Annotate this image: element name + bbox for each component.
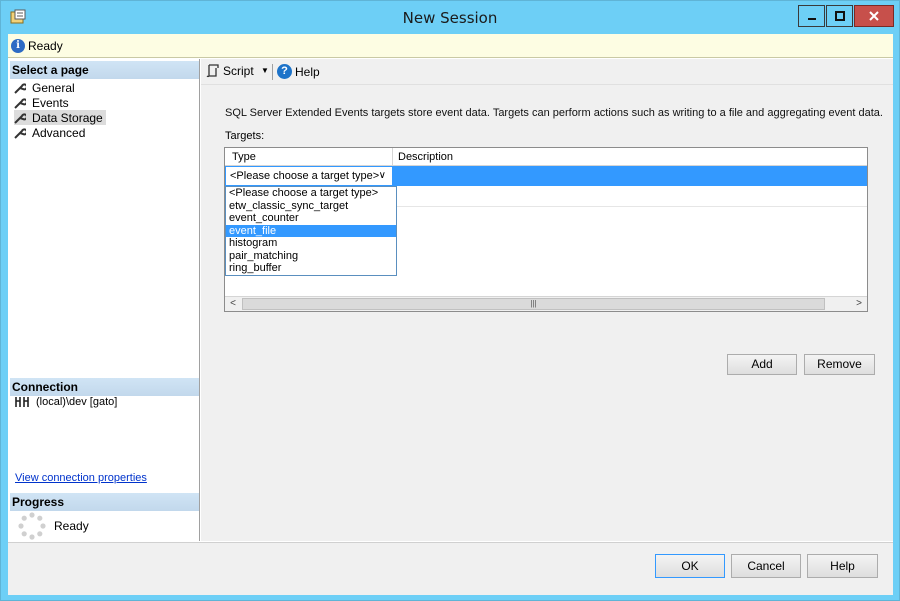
status-bar: i Ready: [8, 34, 893, 58]
minimize-button[interactable]: [798, 5, 825, 27]
scrollbar-thumb[interactable]: |||: [242, 298, 825, 310]
page-general[interactable]: General: [14, 80, 78, 95]
page-label: General: [32, 80, 75, 95]
targets-label: Targets:: [225, 130, 265, 142]
dropdown-option[interactable]: pair_matching: [226, 250, 396, 263]
script-dropdown-icon[interactable]: ▼: [261, 66, 269, 75]
dropdown-option-selected[interactable]: event_file: [226, 224, 396, 237]
remove-button[interactable]: Remove: [804, 354, 875, 375]
ok-button[interactable]: OK: [655, 554, 725, 578]
connection-value: (local)\dev [gato]: [36, 396, 118, 408]
page-label: Advanced: [32, 125, 86, 140]
close-button[interactable]: [854, 5, 894, 27]
chevron-down-icon[interactable]: ∨: [379, 170, 386, 181]
dropdown-option[interactable]: histogram: [226, 237, 396, 250]
data-storage-page: Script ▼ ? Help SQL Server Extended Even…: [201, 59, 893, 541]
column-divider[interactable]: [392, 148, 393, 166]
wrench-icon: [14, 127, 26, 139]
page-data-storage[interactable]: Data Storage: [14, 110, 106, 125]
select-page-header: Select a page: [10, 61, 199, 79]
connection-info: (local)\dev [gato]: [14, 396, 117, 408]
progress-spinner-icon: [18, 512, 46, 540]
dropdown-option[interactable]: etw_classic_sync_target: [226, 200, 396, 213]
script-label: Script: [223, 64, 254, 78]
dialog-client: i Ready Select a page General Events Dat…: [8, 34, 893, 595]
scroll-right-icon[interactable]: >: [851, 297, 867, 311]
help-toolbar-button[interactable]: ? Help: [277, 64, 320, 79]
wrench-icon: [14, 97, 26, 109]
page-events[interactable]: Events: [14, 95, 72, 110]
connection-header: Connection: [10, 378, 199, 396]
target-type-dropdown: <Please choose a target type> etw_classi…: [225, 186, 397, 276]
info-icon: i: [11, 39, 25, 53]
server-connection-icon: [15, 397, 29, 407]
new-session-window: New Session i Ready Select a page Genera…: [0, 0, 900, 601]
help-button[interactable]: Help: [807, 554, 878, 578]
help-toolbar-label: Help: [295, 64, 320, 79]
grid-header: Type Description: [225, 148, 867, 166]
progress-header: Progress: [10, 493, 199, 511]
title-bar[interactable]: New Session: [1, 1, 899, 33]
dropdown-option[interactable]: <Please choose a target type>: [226, 187, 396, 200]
dropdown-option[interactable]: ring_buffer: [226, 262, 396, 275]
left-pane: Select a page General Events Data Storag…: [8, 59, 200, 541]
add-button[interactable]: Add: [727, 354, 797, 375]
dialog-footer: OK Cancel Help: [8, 542, 893, 595]
minimize-icon: [807, 18, 816, 20]
status-text: Ready: [28, 39, 63, 53]
view-connection-properties-link[interactable]: View connection properties: [15, 472, 147, 484]
combo-value: <Please choose a target type>: [230, 170, 380, 182]
script-button[interactable]: Script: [206, 64, 254, 78]
wrench-icon: [14, 82, 26, 94]
maximize-icon: [834, 11, 845, 21]
page-label: Events: [32, 95, 69, 110]
close-icon: [869, 11, 879, 21]
script-icon: [206, 64, 219, 78]
page-advanced[interactable]: Advanced: [14, 125, 88, 140]
maximize-button[interactable]: [826, 5, 853, 27]
column-description[interactable]: Description: [398, 151, 453, 163]
horizontal-scrollbar[interactable]: < ||| >: [225, 296, 867, 311]
help-icon: ?: [277, 64, 292, 79]
target-type-combo[interactable]: <Please choose a target type> ∨: [225, 166, 393, 186]
scroll-left-icon[interactable]: <: [225, 297, 241, 311]
targets-grid: Type Description <Please choose a target…: [224, 147, 868, 312]
toolbar-divider: [272, 64, 273, 80]
wrench-icon: [14, 112, 26, 124]
column-type[interactable]: Type: [232, 151, 256, 163]
toolbar: Script ▼ ? Help: [201, 59, 893, 85]
window-title: New Session: [402, 9, 498, 27]
page-label: Data Storage: [32, 110, 103, 125]
progress-text: Ready: [54, 519, 89, 533]
cancel-button[interactable]: Cancel: [731, 554, 801, 578]
targets-description: SQL Server Extended Events targets store…: [225, 107, 883, 119]
dropdown-option[interactable]: event_counter: [226, 212, 396, 225]
